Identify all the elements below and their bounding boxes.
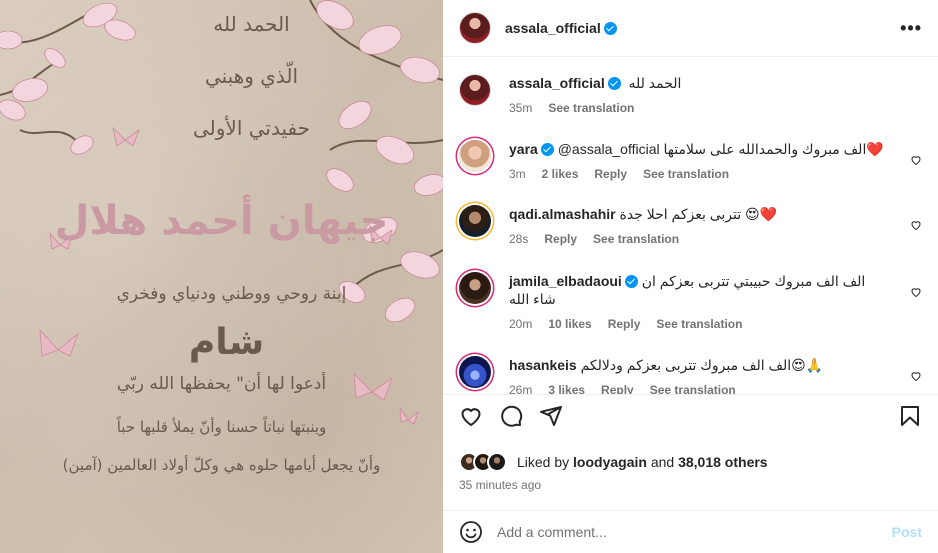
caption-username[interactable]: assala_official <box>509 75 605 91</box>
timestamp[interactable]: 28s <box>509 230 528 248</box>
likes-count[interactable]: 10 likes <box>548 315 591 333</box>
liker-avatars <box>459 452 507 472</box>
see-translation-link[interactable]: See translation <box>593 230 679 248</box>
reply-button[interactable]: Reply <box>608 315 641 333</box>
avatar[interactable] <box>459 205 491 237</box>
verified-badge-icon <box>540 143 554 156</box>
heart-icon[interactable] <box>910 370 922 382</box>
comment-text: تتربى بعزكم احلا جدة 😍❤️ <box>619 206 778 222</box>
image-text-line: الحمد لله <box>213 12 290 36</box>
likes-count[interactable]: 2 likes <box>542 165 579 183</box>
image-text-line: الّذي وهبني <box>204 64 299 88</box>
avatar[interactable] <box>459 12 491 44</box>
avatar[interactable] <box>459 356 491 388</box>
liked-by-user[interactable]: loodyagain <box>573 454 647 470</box>
heart-icon[interactable] <box>910 154 922 166</box>
comment-username[interactable]: hasankeis <box>509 357 577 373</box>
reply-button[interactable]: Reply <box>544 230 577 248</box>
image-text-line: إبنة روحي ووطني ودنياي وفخري <box>116 284 347 304</box>
comment-text: @assala_official الف مبروك والحمدالله عل… <box>557 141 884 157</box>
caption-text: الحمد لله <box>628 75 682 91</box>
see-translation-link[interactable]: See translation <box>650 381 736 394</box>
header-username[interactable]: assala_official <box>505 20 601 36</box>
liked-by-prefix: Liked by <box>517 454 570 470</box>
comment-username[interactable]: qadi.almashahir <box>509 206 616 222</box>
image-text-line: حفيدتي الأولى <box>193 116 310 140</box>
post-actions <box>459 404 922 438</box>
add-comment-bar: Add a comment... Post <box>443 510 938 553</box>
post-timestamp[interactable]: 35 minutes ago <box>459 478 541 492</box>
timestamp[interactable]: 35m <box>509 99 532 117</box>
image-text-name: جيهان أحمد هلال <box>54 198 389 244</box>
post-header: assala_official ••• <box>443 0 938 57</box>
image-text-line: شام <box>188 322 265 363</box>
comments-list[interactable]: assala_official الحمد لله 35m See transl… <box>443 58 938 395</box>
post-comment-button[interactable]: Post <box>892 524 922 540</box>
liked-by-and: and <box>650 454 675 470</box>
comment-username[interactable]: yara <box>509 141 538 157</box>
heart-icon[interactable] <box>910 219 922 231</box>
bookmark-icon[interactable] <box>898 404 922 428</box>
see-translation-link[interactable]: See translation <box>656 315 742 333</box>
timestamp[interactable]: 3m <box>509 165 526 183</box>
emoji-icon[interactable] <box>459 520 483 544</box>
avatar[interactable] <box>459 272 491 304</box>
add-comment-input[interactable]: Add a comment... <box>497 524 892 540</box>
timestamp[interactable]: 20m <box>509 315 532 333</box>
avatar[interactable] <box>459 74 491 106</box>
avatar[interactable] <box>459 140 491 172</box>
verified-badge-icon <box>607 77 621 90</box>
comment-bubble-icon[interactable] <box>499 404 523 428</box>
post-image[interactable]: الحمد لله الّذي وهبني حفيدتي الأولى جيها… <box>0 0 443 553</box>
verified-badge-icon <box>624 275 638 288</box>
likes-summary[interactable]: Liked by loodyagain and 38,018 others <box>459 452 768 472</box>
verified-badge-icon <box>603 21 617 35</box>
liked-by-count[interactable]: 38,018 others <box>678 454 768 470</box>
post-side-panel: assala_official ••• assala_official الحم… <box>443 0 938 553</box>
see-translation-link[interactable]: See translation <box>643 165 729 183</box>
see-translation-link[interactable]: See translation <box>548 99 634 117</box>
share-paper-plane-icon[interactable] <box>539 404 563 428</box>
image-text-line: وأنّ يجعل أيامها حلوه هي وكلّ أولاد العا… <box>62 456 381 474</box>
reply-button[interactable]: Reply <box>601 381 634 394</box>
likes-count[interactable]: 3 likes <box>548 381 585 394</box>
heart-icon[interactable] <box>910 286 922 298</box>
like-heart-icon[interactable] <box>459 404 483 428</box>
image-text-line: أدعوا لها أن" يحفظها الله ربّي <box>116 374 327 394</box>
image-text-line: وينبتها نباتاً حسنا وأنّ يملأ قلبها حباً <box>116 418 327 436</box>
reply-button[interactable]: Reply <box>594 165 627 183</box>
timestamp[interactable]: 26m <box>509 381 532 394</box>
avatar <box>487 452 507 472</box>
comment-username[interactable]: jamila_elbadaoui <box>509 273 622 289</box>
more-horizontal-icon[interactable]: ••• <box>900 18 922 39</box>
comment-text: الف الف مبروك تتربى بعزكم ودلالكم😍🙏 <box>580 357 824 373</box>
